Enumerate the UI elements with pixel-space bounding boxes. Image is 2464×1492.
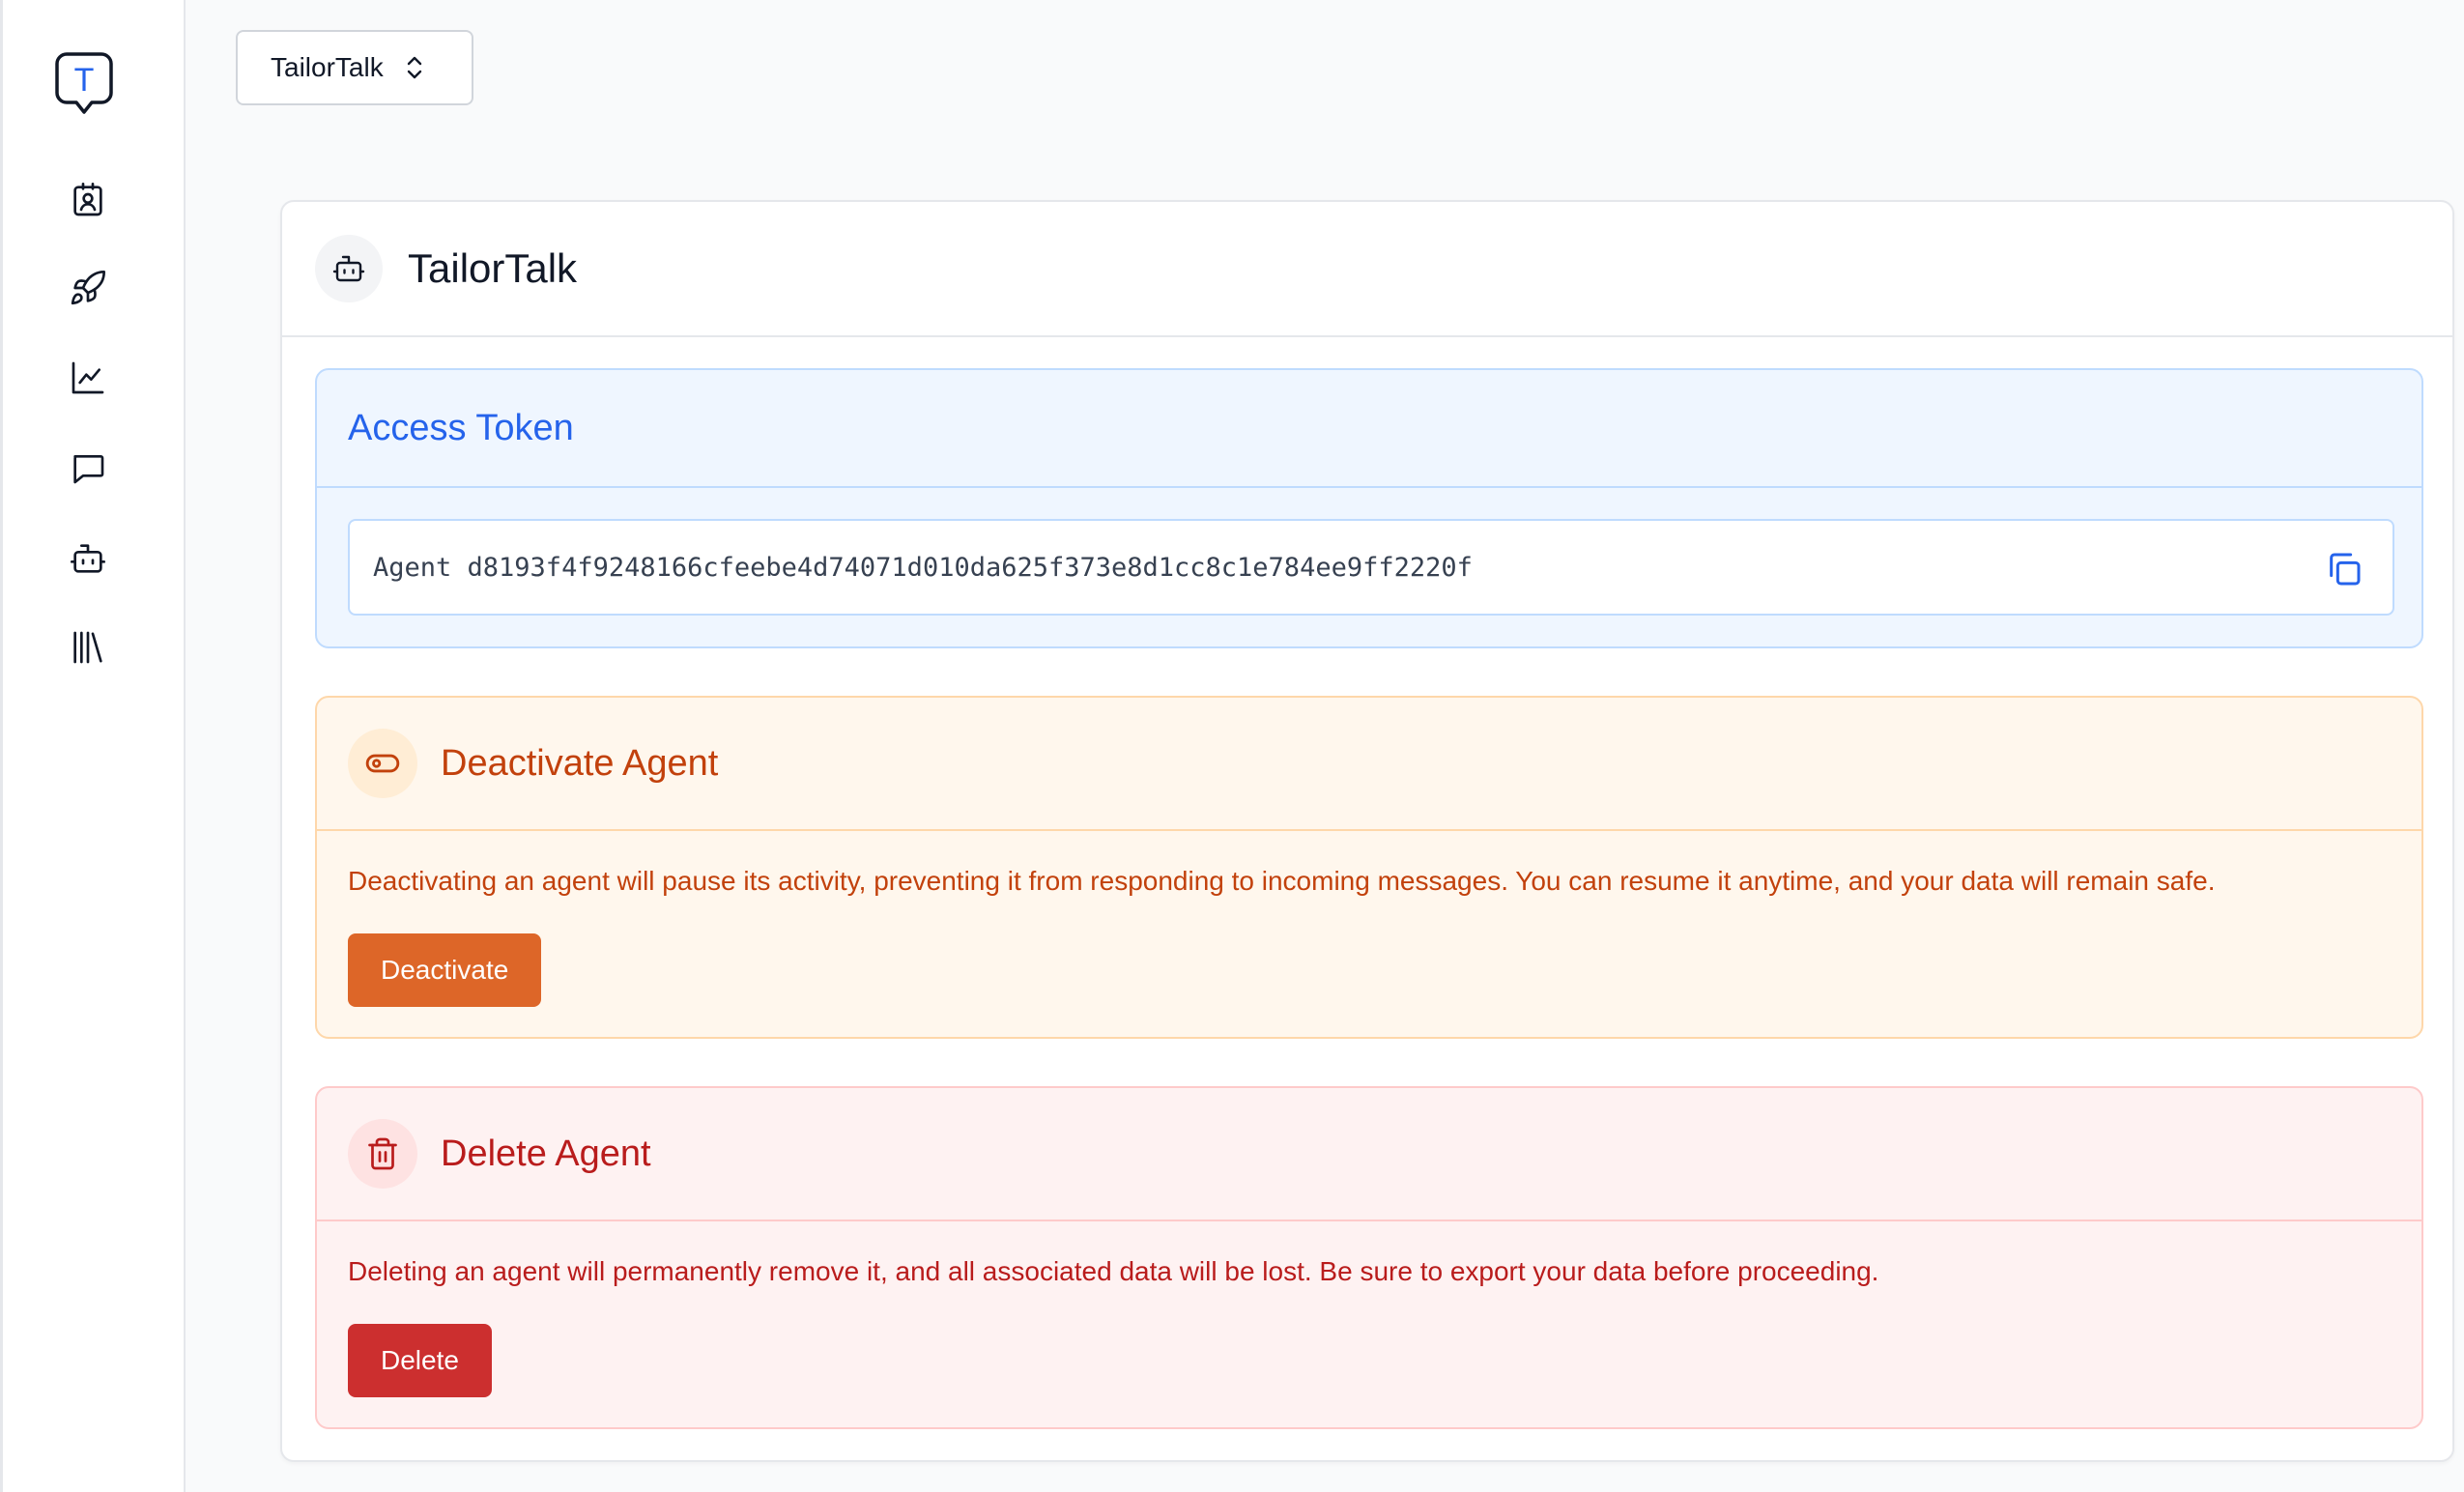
copy-icon[interactable] bbox=[2325, 550, 2364, 588]
delete-button[interactable]: Delete bbox=[348, 1324, 492, 1397]
sidebar-item-agents[interactable] bbox=[65, 535, 111, 582]
chat-bubble-icon bbox=[73, 455, 104, 484]
deactivate-button[interactable]: Deactivate bbox=[348, 933, 542, 1007]
sidebar-item-contacts[interactable] bbox=[65, 177, 111, 223]
access-token-title: Access Token bbox=[348, 407, 574, 448]
app-logo[interactable]: T bbox=[53, 50, 115, 116]
sidebar-item-library[interactable] bbox=[65, 624, 111, 671]
delete-icon-circle bbox=[348, 1119, 417, 1189]
agent-title: TailorTalk bbox=[408, 245, 578, 291]
trash-icon bbox=[368, 1137, 397, 1170]
deactivate-icon-circle bbox=[348, 729, 417, 798]
logo-chat-icon: T bbox=[55, 52, 113, 114]
toggle-icon bbox=[365, 754, 400, 773]
deactivate-section: Deactivate Agent Deactivating an agent w… bbox=[315, 696, 2423, 1039]
access-token-value: Agent d8193f4f9248166cfeebe4d74071d010da… bbox=[373, 552, 1473, 583]
agent-settings-card: TailorTalk Access Token Agent d8193f4f92… bbox=[280, 200, 2454, 1462]
sidebar-item-conversations[interactable] bbox=[65, 445, 111, 491]
sidebar-item-analytics[interactable] bbox=[65, 355, 111, 401]
contact-card-icon bbox=[73, 183, 102, 216]
bot-icon bbox=[71, 544, 105, 573]
sidebar: T bbox=[0, 0, 186, 1492]
delete-header: Delete Agent bbox=[317, 1088, 2421, 1221]
access-token-header: Access Token bbox=[317, 370, 2421, 488]
agent-card-header: TailorTalk bbox=[282, 202, 2452, 337]
workspace-selector[interactable]: TailorTalk bbox=[236, 30, 473, 105]
delete-title: Delete Agent bbox=[441, 1133, 651, 1174]
chevron-up-down-icon bbox=[407, 56, 421, 79]
deactivate-description: Deactivating an agent will pause its act… bbox=[348, 866, 2216, 896]
sidebar-item-campaigns[interactable] bbox=[65, 265, 111, 311]
workspace-selector-value: TailorTalk bbox=[271, 52, 384, 82]
line-chart-icon bbox=[72, 361, 104, 394]
agent-avatar bbox=[315, 235, 383, 302]
deactivate-header: Deactivate Agent bbox=[317, 698, 2421, 831]
access-token-field[interactable]: Agent d8193f4f9248166cfeebe4d74071d010da… bbox=[348, 519, 2394, 616]
library-icon bbox=[73, 631, 102, 664]
access-token-section: Access Token Agent d8193f4f9248166cfeebe… bbox=[315, 368, 2423, 648]
bot-icon bbox=[332, 255, 365, 282]
delete-section: Delete Agent Deleting an agent will perm… bbox=[315, 1086, 2423, 1429]
logo-letter: T bbox=[74, 62, 95, 99]
delete-description: Deleting an agent will permanently remov… bbox=[348, 1256, 1879, 1286]
rocket-icon bbox=[71, 270, 105, 305]
deactivate-title: Deactivate Agent bbox=[441, 742, 719, 784]
